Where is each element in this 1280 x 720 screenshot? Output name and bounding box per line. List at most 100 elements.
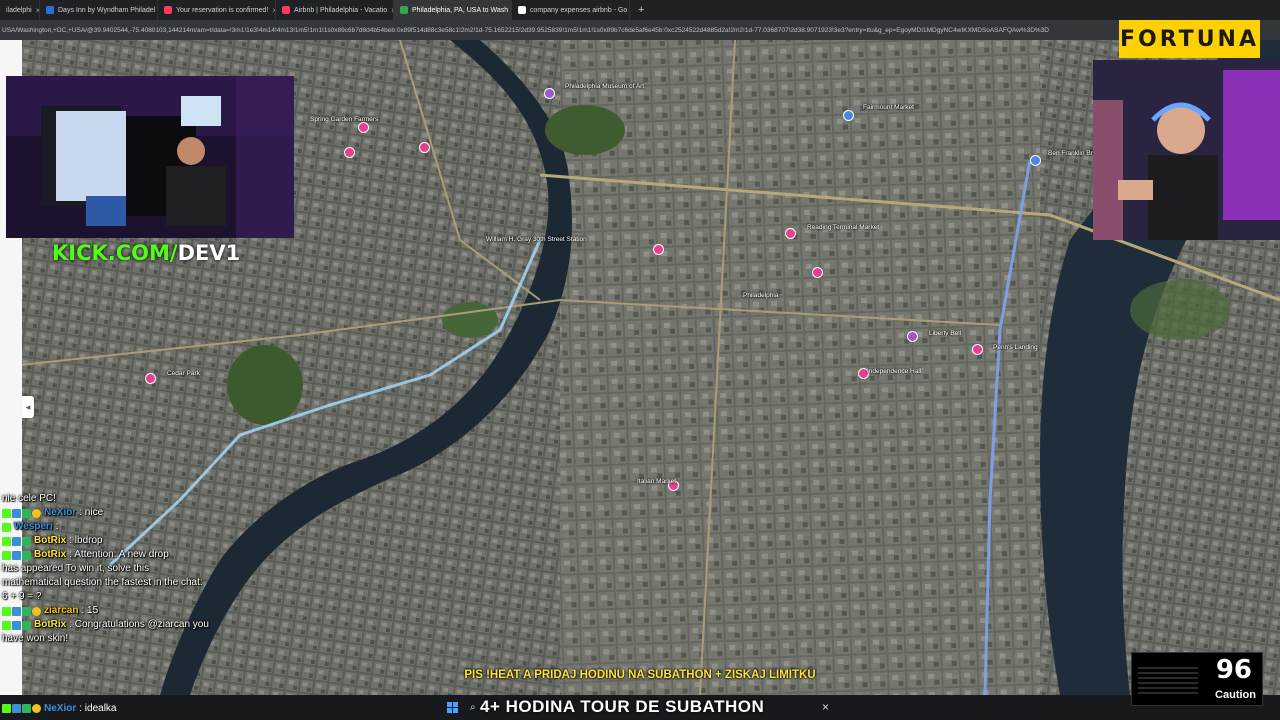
chat-message: : idealka (79, 703, 117, 714)
map-pin-icon[interactable] (653, 244, 664, 255)
new-tab-button[interactable]: + (630, 4, 652, 16)
chat-line: ziarcan: 15 (0, 604, 230, 618)
kick-badge-icon (2, 704, 11, 713)
streamer-face-camera (1093, 60, 1280, 240)
tab-label: Days Inn by Wyndham Philadel (58, 6, 156, 14)
verified-badge-icon (22, 536, 31, 546)
map-place-label[interactable]: Liberty Bell (929, 330, 961, 337)
close-icon[interactable]: × (822, 700, 829, 714)
chat-message: : lbdrop (69, 535, 103, 546)
chat-username[interactable]: NeXior (44, 506, 76, 520)
windows-start-icon[interactable] (447, 702, 458, 713)
map-place-label[interactable]: Philadelphia (743, 292, 778, 299)
browser-tab[interactable]: Your reservation is confirmed!× (158, 0, 276, 20)
kick-badge-icon (2, 620, 11, 630)
chat-message: : 15 (81, 605, 99, 616)
map-pin-icon[interactable] (419, 142, 430, 153)
tab-favicon-icon (46, 6, 54, 14)
chat-line: has appeared To win it, solve this (0, 562, 230, 576)
url-text[interactable]: USA/Washington,+DC,+USA/@39.9402544,-75.… (0, 27, 1112, 34)
chat-username[interactable]: BotRix (34, 534, 66, 548)
chat-line: Wesperi: (0, 520, 230, 534)
temperature-bars (1138, 667, 1198, 701)
map-pin-icon[interactable] (1030, 155, 1041, 166)
map-pin-icon[interactable] (812, 267, 823, 278)
kick-channel-name: DEV1 (177, 241, 241, 265)
tab-label: company expenses airbnb - Go (530, 6, 628, 14)
map-pin-icon[interactable] (344, 147, 355, 158)
collapse-panel-button[interactable]: ◂ (22, 396, 34, 418)
browser-tab[interactable]: company expenses airbnb - Go× (512, 0, 630, 20)
chat-username[interactable]: ziarcan (44, 604, 78, 618)
map-place-label[interactable]: Cedar Park (167, 370, 200, 377)
gift-badge-icon (32, 508, 41, 518)
browser-tab[interactable]: Philadelphia, PA, USA to Wash× (394, 0, 512, 20)
gpu-temperature-widget: 96 Caution (1131, 652, 1263, 706)
browser-tab[interactable]: Airbnb | Philadelphia - Vacatio× (276, 0, 394, 20)
chat-line: NeXior: nice (0, 506, 230, 520)
tab-favicon-icon (164, 6, 172, 14)
bottom-chat-line: NeXior : idealka (2, 703, 116, 714)
chat-message: : (55, 521, 59, 532)
stream-subtitle: 4+ HODINA TOUR DE SUBATHON (480, 697, 765, 716)
streamer-setup-camera (6, 76, 294, 238)
chat-message: : Congratulations @ziarcan you (69, 619, 209, 630)
tab-bar: iladelphi×Days Inn by Wyndham Philadel×Y… (0, 0, 1280, 20)
address-bar[interactable]: USA/Washington,+DC,+USA/@39.9402544,-75.… (0, 20, 1280, 40)
chat-username[interactable]: Wesperi (14, 520, 53, 534)
chat-message: mathematical question the fastest in the… (2, 577, 203, 588)
chat-message: : nice (79, 507, 104, 518)
map-pin-icon[interactable] (972, 344, 983, 355)
map-place-label[interactable]: William H. Gray 30th Street Station (486, 236, 587, 243)
chat-username[interactable]: BotRix (34, 548, 66, 562)
map-pin-icon[interactable] (843, 110, 854, 121)
chat-message: has appeared To win it, solve this (2, 563, 150, 574)
chat-badges (2, 620, 31, 630)
map-place-label[interactable]: Reading Terminal Market (807, 224, 879, 231)
search-icon[interactable]: ⌕ (470, 702, 476, 713)
verified-badge-icon (22, 620, 31, 630)
chat-message: have won skin! (2, 633, 69, 644)
chat-line: BotRix: Attention: A new drop (0, 548, 230, 562)
chat-badges (2, 536, 31, 546)
face-camera-image (1093, 60, 1280, 240)
verified-badge-icon (22, 550, 31, 560)
map-place-label[interactable]: Philadelphia Museum of Art (565, 83, 644, 90)
kick-badge-icon (2, 508, 11, 518)
chat-message: nie cele PC! (2, 493, 56, 504)
browser-tab[interactable]: Days Inn by Wyndham Philadel× (40, 0, 158, 20)
kick-channel-url: KICK.COM/DEV1 (52, 241, 240, 265)
chat-username[interactable]: BotRix (34, 618, 66, 632)
gift-badge-icon (32, 606, 41, 616)
map-pin-icon[interactable] (785, 228, 796, 239)
map-pin-icon[interactable] (907, 331, 918, 342)
chat-line: 6 + 9 = ? (0, 590, 230, 604)
camera-feed-image (6, 76, 294, 238)
chat-overlay: nie cele PC! NeXior: nice Wesperi: BotRix: … (0, 492, 230, 646)
map-place-label[interactable]: Fairmount Market (863, 104, 914, 111)
map-place-label[interactable]: Italian Market (637, 478, 676, 485)
temperature-status: Caution (1215, 689, 1256, 701)
map-place-label[interactable]: Penn's Landing (993, 344, 1038, 351)
kick-badge-icon (2, 550, 11, 560)
map-pin-icon[interactable] (145, 373, 156, 384)
map-place-label[interactable]: Spring Garden Farmers (310, 116, 378, 123)
chat-line: mathematical question the fastest in the… (0, 576, 230, 590)
map-pin-icon[interactable] (358, 122, 369, 133)
tab-label: Philadelphia, PA, USA to Wash (412, 6, 509, 14)
sub-badge-icon (12, 704, 21, 713)
map-place-label[interactable]: Independence Hall (867, 368, 921, 375)
kick-url-prefix: KICK.COM/ (52, 241, 178, 265)
chat-username[interactable]: NeXior (44, 703, 76, 714)
verified-badge-icon (22, 606, 31, 616)
kick-badge-icon (2, 606, 11, 616)
verified-badge-icon (22, 508, 31, 518)
sub-badge-icon (12, 508, 21, 518)
subathon-banner: PIS !HEAT A PRIDAJ HODINU NA SUBATHON + … (464, 669, 816, 681)
sub-badge-icon (12, 536, 21, 546)
chat-message: 6 + 9 = ? (2, 591, 42, 602)
kick-badge-icon (2, 522, 11, 532)
map-pin-icon[interactable] (544, 88, 555, 99)
browser-tab[interactable]: iladelphi × (0, 0, 40, 20)
tab-favicon-icon (400, 6, 408, 14)
